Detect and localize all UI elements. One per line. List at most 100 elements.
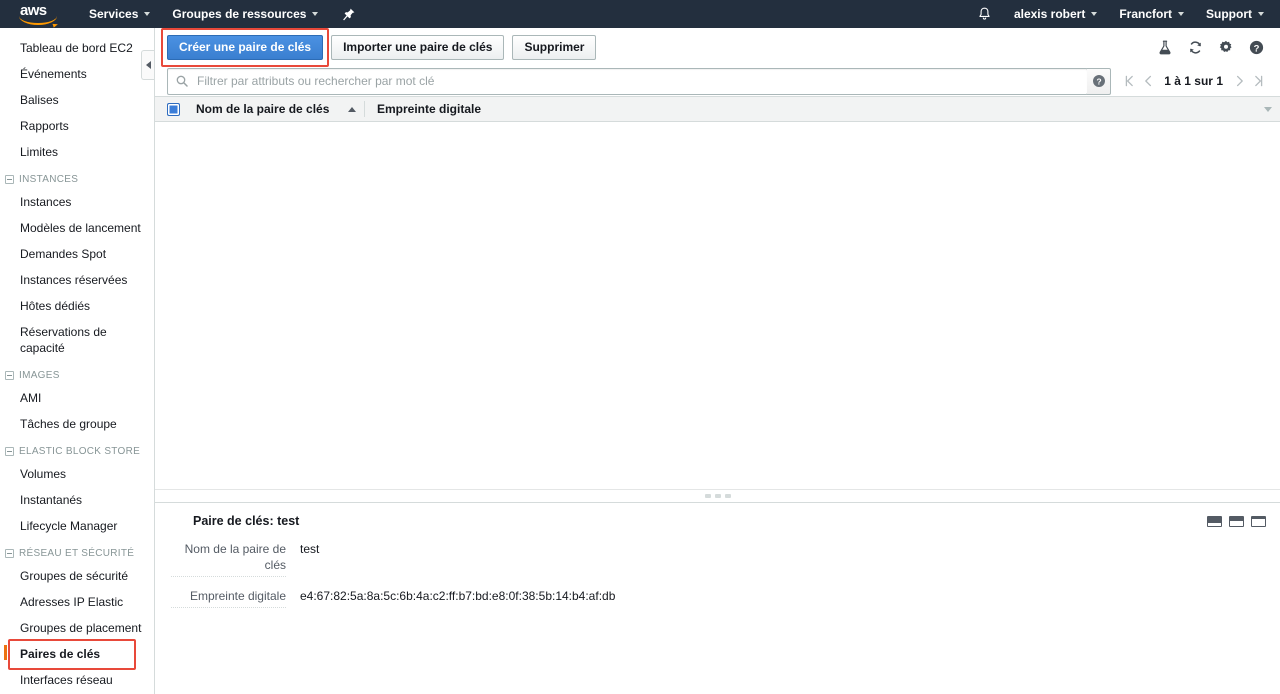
- panel-size-large-icon[interactable]: [1251, 515, 1266, 527]
- chevron-down-icon: [1091, 12, 1098, 16]
- sidebar-item-security-groups[interactable]: Groupes de sécurité: [0, 563, 154, 589]
- sidebar-item-elastic-ips[interactable]: Adresses IP Elastic: [0, 589, 154, 615]
- nav-support-label: Support: [1206, 7, 1252, 21]
- pagination-label: 1 à 1 sur 1: [1164, 74, 1223, 88]
- main-content: Créer une paire de clés Importer une pai…: [155, 28, 1280, 694]
- sidebar-item-key-pairs[interactable]: Paires de clés: [0, 639, 154, 670]
- toolbar-icon-group: ?: [1158, 40, 1266, 55]
- collapse-toggle-icon: [5, 447, 14, 456]
- sidebar-item-launch-templates[interactable]: Modèles de lancement: [0, 215, 154, 241]
- nav-region-menu[interactable]: Francfort: [1108, 0, 1195, 28]
- svg-text:?: ?: [1096, 76, 1101, 86]
- column-header-key-pair-name-label: Nom de la paire de clés: [196, 102, 330, 116]
- column-header-fingerprint-label: Empreinte digitale: [377, 102, 482, 116]
- filter-help-button[interactable]: ?: [1087, 67, 1112, 95]
- delete-key-pair-button[interactable]: Supprimer: [512, 34, 597, 60]
- sidebar-item-label: Lifecycle Manager: [20, 519, 118, 533]
- refresh-icon[interactable]: [1188, 40, 1203, 55]
- sidebar-item-label: Instances réservées: [20, 273, 128, 287]
- flask-icon[interactable]: [1158, 40, 1172, 55]
- nav-right-group: alexis robert Francfort Support: [966, 0, 1280, 28]
- sidebar-item-snapshots[interactable]: Instantanés: [0, 487, 154, 513]
- pagination-controls: 1 à 1 sur 1: [1121, 70, 1266, 92]
- sidebar-item-label: Modèles de lancement: [20, 221, 141, 235]
- sidebar-item-events[interactable]: Événements: [0, 61, 154, 87]
- nav-resource-groups-menu[interactable]: Groupes de ressources: [161, 0, 329, 28]
- sidebar-group-images[interactable]: IMAGES: [0, 361, 154, 385]
- previous-page-button[interactable]: [1140, 70, 1156, 92]
- first-page-button[interactable]: [1121, 70, 1137, 92]
- next-page-button[interactable]: [1231, 70, 1247, 92]
- sidebar-item-label: Tableau de bord EC2: [20, 41, 133, 55]
- nav-resource-groups-label: Groupes de ressources: [172, 7, 307, 21]
- detail-field-label-text: Nom de la paire de clés: [171, 541, 286, 577]
- sidebar-item-ami[interactable]: AMI: [0, 385, 154, 411]
- detail-field-fingerprint: Empreinte digitale e4:67:82:5a:8a:5c:6b:4…: [155, 584, 1280, 615]
- sidebar-item-ec2-dashboard[interactable]: Tableau de bord EC2: [0, 35, 154, 61]
- detail-field-value: test: [300, 542, 320, 556]
- sidebar-item-label: Instances: [20, 195, 72, 209]
- chevron-down-icon: [312, 12, 319, 16]
- sort-ascending-icon: [348, 106, 356, 112]
- detail-panel: Paire de clés: test Nom de la paire de c…: [155, 502, 1280, 694]
- detail-field-value: e4:67:82:5a:8a:5c:6b:4a:c2:ff:b7:bd:e8:0…: [300, 589, 616, 603]
- aws-logo[interactable]: aws: [0, 0, 78, 28]
- sidebar-item-label: Réservations de capacité: [20, 325, 107, 355]
- select-all-checkbox[interactable]: [167, 102, 180, 116]
- sidebar-item-label: Hôtes dédiés: [20, 299, 91, 313]
- filter-row: ? 1 à 1 sur 1: [155, 66, 1280, 96]
- create-key-pair-button[interactable]: Créer une paire de clés: [167, 34, 324, 60]
- grip-dot: [724, 494, 731, 498]
- sidebar-group-network-and-security[interactable]: RÉSEAU ET SÉCURITÉ: [0, 539, 154, 563]
- detail-field-list: Nom de la paire de clés test Empreinte dig…: [155, 537, 1280, 615]
- chevron-left-icon: [146, 61, 151, 69]
- panel-size-medium-icon[interactable]: [1229, 515, 1244, 527]
- sidebar-item-bundle-tasks[interactable]: Tâches de groupe: [0, 411, 154, 437]
- panel-size-small-icon[interactable]: [1207, 515, 1222, 527]
- pin-icon[interactable]: [329, 8, 369, 21]
- sidebar-item-lifecycle-manager[interactable]: Lifecycle Manager: [0, 513, 154, 539]
- sidebar-navigation: Tableau de bord EC2 Événements Balises Rapp…: [0, 28, 155, 694]
- bell-icon[interactable]: [966, 7, 1003, 21]
- import-key-pair-button[interactable]: Importer une paire de clés: [331, 34, 505, 60]
- search-box[interactable]: [167, 67, 1089, 95]
- search-input[interactable]: [195, 73, 1080, 89]
- sidebar-group-elastic-block-store[interactable]: ELASTIC BLOCK STORE: [0, 437, 154, 461]
- sidebar-item-placement-groups[interactable]: Groupes de placement: [0, 615, 154, 641]
- nav-account-menu[interactable]: alexis robert: [1003, 0, 1108, 28]
- sidebar-item-network-interfaces[interactable]: Interfaces réseau: [0, 667, 154, 693]
- sidebar-item-label: Balises: [20, 93, 59, 107]
- sidebar-item-spot-requests[interactable]: Demandes Spot: [0, 241, 154, 267]
- sidebar-item-dedicated-hosts[interactable]: Hôtes dédiés: [0, 293, 154, 319]
- last-page-button[interactable]: [1250, 70, 1266, 92]
- nav-services-menu[interactable]: Services: [78, 0, 161, 28]
- sidebar-item-reports[interactable]: Rapports: [0, 113, 154, 139]
- sidebar-item-limits[interactable]: Limites: [0, 139, 154, 165]
- page-body: Tableau de bord EC2 Événements Balises Rapp…: [0, 28, 1280, 694]
- sidebar-item-label: Limites: [20, 145, 59, 159]
- column-header-key-pair-name[interactable]: Nom de la paire de clés: [196, 96, 364, 122]
- help-icon[interactable]: ?: [1249, 40, 1264, 55]
- sidebar-item-label: Instantanés: [20, 493, 83, 507]
- detail-field-label: Empreinte digitale: [171, 588, 286, 609]
- panel-size-controls: [1207, 515, 1266, 527]
- sidebar-collapse-button[interactable]: [141, 50, 154, 80]
- sidebar-item-capacity-reservations[interactable]: Réservations de capacité: [0, 319, 154, 361]
- sidebar-item-label: AMI: [20, 391, 42, 405]
- sidebar-item-tags[interactable]: Balises: [0, 87, 154, 113]
- collapse-toggle-icon: [5, 549, 14, 558]
- sidebar-group-label: INSTANCES: [19, 174, 79, 185]
- sidebar-item-volumes[interactable]: Volumes: [0, 461, 154, 487]
- panel-resize-handle[interactable]: [155, 489, 1280, 502]
- sidebar-item-reserved-instances[interactable]: Instances réservées: [0, 267, 154, 293]
- sidebar-group-instances[interactable]: INSTANCES: [0, 165, 154, 189]
- gear-icon[interactable]: [1219, 40, 1233, 54]
- column-header-fingerprint[interactable]: Empreinte digitale: [365, 96, 1280, 122]
- detail-panel-title: Paire de clés: test: [193, 514, 300, 528]
- create-key-pair-highlight: Créer une paire de clés: [160, 28, 330, 67]
- sidebar-item-label: Adresses IP Elastic: [20, 595, 124, 609]
- sidebar-item-instances[interactable]: Instances: [0, 189, 154, 215]
- nav-support-menu[interactable]: Support: [1195, 0, 1280, 28]
- grip-dot: [704, 494, 711, 498]
- sidebar-item-label: Demandes Spot: [20, 247, 107, 261]
